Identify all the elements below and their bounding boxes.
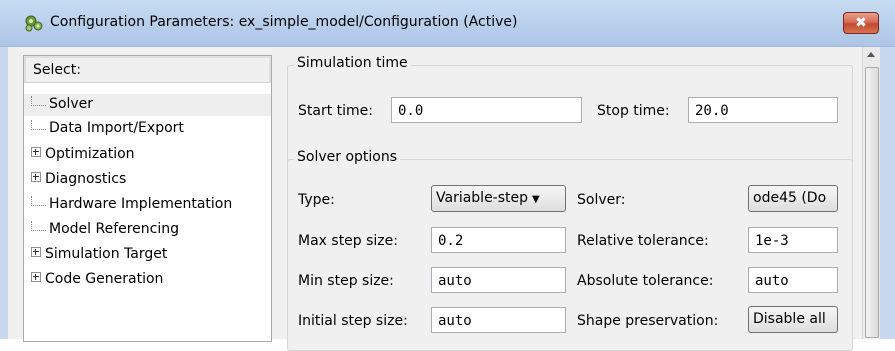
tree-connector [31,196,46,206]
tree-item-data-import-export[interactable]: Data Import/Export [31,120,184,142]
absolute-tolerance-input[interactable]: auto [748,267,838,293]
tree-connector [31,120,46,130]
tree-item-label: Code Generation [45,271,164,287]
tree-item-label: Hardware Implementation [49,196,233,212]
expand-icon[interactable] [31,247,41,257]
relative-tolerance-input[interactable]: 1e-3 [748,227,838,253]
solver-options-title: Solver options [294,149,401,165]
shape-preservation-dropdown[interactable]: Disable all [748,306,838,333]
tree-item-code-generation[interactable]: Code Generation [31,271,163,293]
simulation-time-title: Simulation time [294,55,411,71]
window-frame-left [0,47,8,339]
tree-item-label: Solver [49,96,93,112]
dialog-body: Select: Solver Data Import/Export Optimi… [0,47,895,351]
gear-cluster-icon [25,15,43,32]
relative-tolerance-label: Relative tolerance: [577,233,709,249]
vertical-scrollbar[interactable] [862,47,880,339]
start-time-label: Start time: [298,103,373,119]
tree-connector [31,221,46,231]
scrollbar-thumb[interactable] [865,67,879,338]
close-button[interactable]: ✖ [843,12,879,34]
min-step-input[interactable]: auto [431,267,566,293]
tree-item-solver[interactable]: Solver [31,96,93,118]
expand-icon[interactable] [31,147,41,157]
tree-item-label: Simulation Target [45,246,168,262]
scroll-up-icon[interactable] [867,52,875,57]
select-header: Select: [24,56,271,83]
shape-preservation-label: Shape preservation: [577,313,719,329]
window-title-bar: Configuration Parameters: ex_simple_mode… [0,0,895,47]
type-label: Type: [298,192,335,208]
stop-time-label: Stop time: [597,103,670,119]
close-icon: ✖ [855,15,867,31]
initial-step-label: Initial step size: [298,313,408,329]
select-header-label: Select: [33,62,81,78]
select-tree-panel: Select: Solver Data Import/Export Optimi… [23,55,272,342]
tree-item-simulation-target[interactable]: Simulation Target [31,246,167,268]
solver-label: Solver: [577,192,626,208]
tree-item-label: Diagnostics [45,171,127,187]
type-dropdown[interactable]: Variable-step ▼ [431,185,566,212]
absolute-tolerance-label: Absolute tolerance: [577,273,714,289]
max-step-label: Max step size: [298,233,398,249]
window-frame-right [880,47,895,339]
type-dropdown-value: Variable-step [436,190,529,206]
initial-step-input[interactable]: auto [431,307,566,333]
tree-item-label: Data Import/Export [49,120,184,136]
tree-item-diagnostics[interactable]: Diagnostics [31,171,126,193]
min-step-label: Min step size: [298,273,394,289]
tree-item-model-referencing[interactable]: Model Referencing [31,221,179,243]
start-time-input[interactable]: 0.0 [391,97,582,123]
tree-item-hardware-implementation[interactable]: Hardware Implementation [31,196,232,218]
window-title: Configuration Parameters: ex_simple_mode… [50,14,518,30]
stop-time-input[interactable]: 20.0 [688,97,838,123]
solver-dropdown[interactable]: ode45 (Do [748,185,838,212]
expand-icon[interactable] [31,172,41,182]
max-step-input[interactable]: 0.2 [431,227,566,253]
tree-item-label: Optimization [45,146,135,162]
tree-item-label: Model Referencing [49,221,180,237]
tree-connector [31,96,46,106]
chevron-down-icon: ▼ [532,194,540,205]
expand-icon[interactable] [31,272,41,282]
tree-item-optimization[interactable]: Optimization [31,146,135,168]
